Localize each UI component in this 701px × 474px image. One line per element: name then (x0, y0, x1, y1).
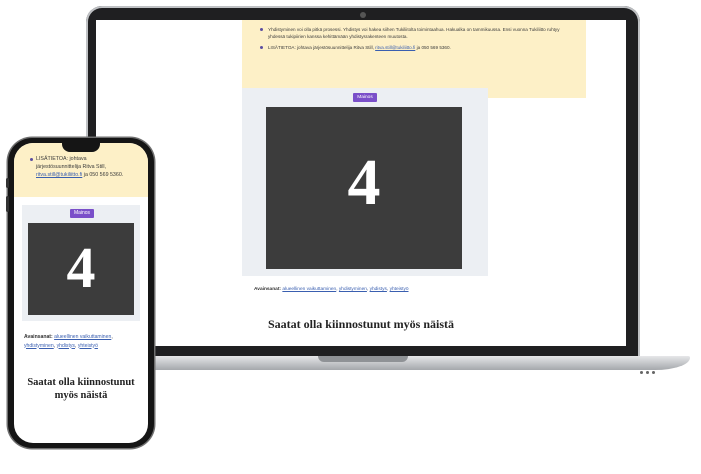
info-tail: ja 050 569 5360. (82, 172, 124, 178)
email-link[interactable]: ritva.still@tukiliitto.fi (375, 45, 415, 50)
info-item: Yhdistyminen voi olla pitkä prosessi. Yh… (260, 26, 572, 40)
tag-link[interactable]: yhdistys (370, 287, 387, 292)
tags-row: Avainsanat: alueellinen vaikuttaminen, y… (24, 334, 113, 349)
tag-link[interactable]: alueellinen vaikuttaminen (282, 287, 336, 292)
camera-icon (360, 12, 366, 18)
info-item: LISÄTIETOA: johtava järjestösuunnittelij… (30, 155, 142, 179)
tag-link[interactable]: yhteistyö (390, 287, 409, 292)
tag-link[interactable]: alueellinen vaikuttaminen (54, 334, 111, 340)
phone-button (6, 178, 9, 188)
ad-banner[interactable]: 4 (266, 107, 462, 269)
info-line: järjestösuunnittelija Ritva Still, (36, 164, 107, 170)
ad-number: 4 (347, 146, 381, 219)
ad-container: Mainos 4 (242, 88, 488, 276)
info-text: LISÄTIETOA: johtava järjestösuunnittelij… (268, 45, 374, 50)
tag-link[interactable]: yhdistyminen (339, 287, 367, 292)
tags-label: Avainsanat: (24, 334, 53, 340)
tag-link[interactable]: yhteistyö (78, 343, 98, 349)
phone-notch (62, 143, 100, 152)
ad-badge: Mainos (353, 93, 377, 102)
ad-number: 4 (66, 235, 96, 300)
email-link[interactable]: ritva.still@tukiliitto.fi (36, 172, 82, 178)
tags-label: Avainsanat: (254, 287, 282, 292)
ad-container: Mainos 4 (22, 205, 140, 321)
info-box: Yhdistyminen voi olla pitkä prosessi. Yh… (242, 20, 586, 98)
section-heading: Saatat olla kiinnostunut myös näistä (267, 317, 455, 331)
phone-button (6, 196, 9, 212)
tag-link[interactable]: yhdistyminen (24, 343, 54, 349)
laptop-hinge (318, 356, 408, 362)
info-tail: ja 050 569 5360. (415, 45, 451, 50)
phone-screen: LISÄTIETOA: johtava järjestösuunnittelij… (14, 143, 148, 443)
info-item: LISÄTIETOA: johtava järjestösuunnittelij… (260, 44, 572, 51)
laptop-indicator (640, 361, 664, 374)
tag-link[interactable]: yhdistys (57, 343, 75, 349)
laptop-screen: Yhdistyminen voi olla pitkä prosessi. Yh… (96, 20, 626, 346)
info-line: LISÄTIETOA: johtava (36, 156, 87, 162)
section-heading: Saatat olla kiinnostunut myös näistä (27, 377, 135, 401)
tags-row: Avainsanat: alueellinen vaikuttaminen, y… (254, 287, 409, 292)
ad-badge: Mainos (70, 209, 94, 218)
ad-banner[interactable]: 4 (28, 223, 134, 315)
